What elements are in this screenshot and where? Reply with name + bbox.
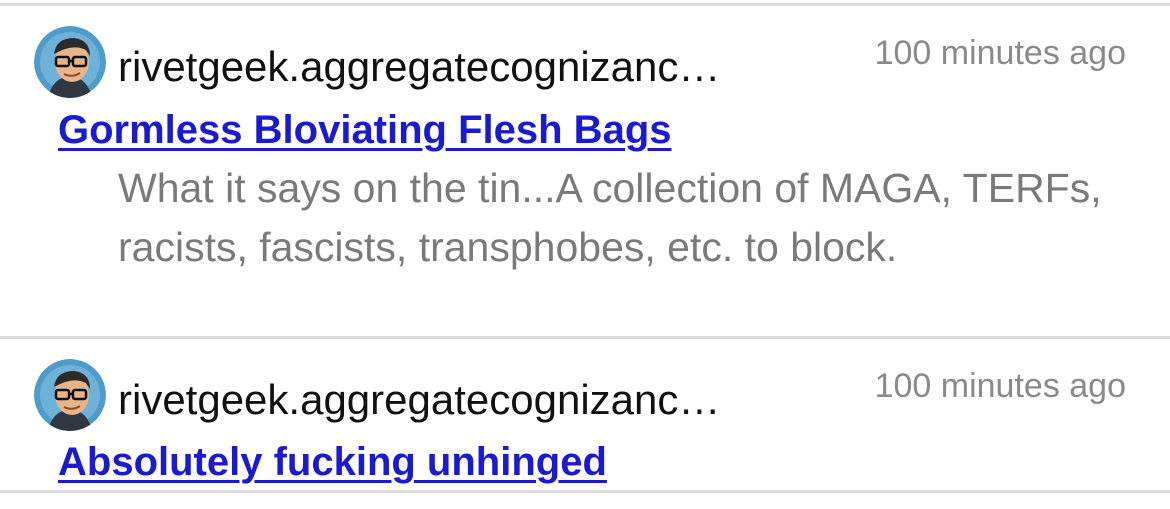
author-name[interactable]: rivetgeek.aggregatecognizanc… <box>118 42 720 92</box>
post-title-link[interactable]: Absolutely fucking unhinged <box>58 438 607 486</box>
avatar-icon[interactable] <box>34 26 106 98</box>
post-title-link[interactable]: Gormless Bloviating Flesh Bags <box>58 106 672 154</box>
feed-item[interactable]: rivetgeek.aggregatecognizanc… 100 minute… <box>0 6 1170 335</box>
avatar-icon[interactable] <box>34 359 106 431</box>
feed-item[interactable]: rivetgeek.aggregatecognizanc… 100 minute… <box>0 339 1170 489</box>
post-description: What it says on the tin...A collection o… <box>118 165 1102 270</box>
timestamp: 100 minutes ago <box>874 34 1126 72</box>
feed-list: rivetgeek.aggregatecognizanc… 100 minute… <box>0 0 1170 509</box>
timestamp: 100 minutes ago <box>874 367 1126 405</box>
author-name[interactable]: rivetgeek.aggregatecognizanc… <box>118 375 720 425</box>
divider <box>0 490 1170 493</box>
